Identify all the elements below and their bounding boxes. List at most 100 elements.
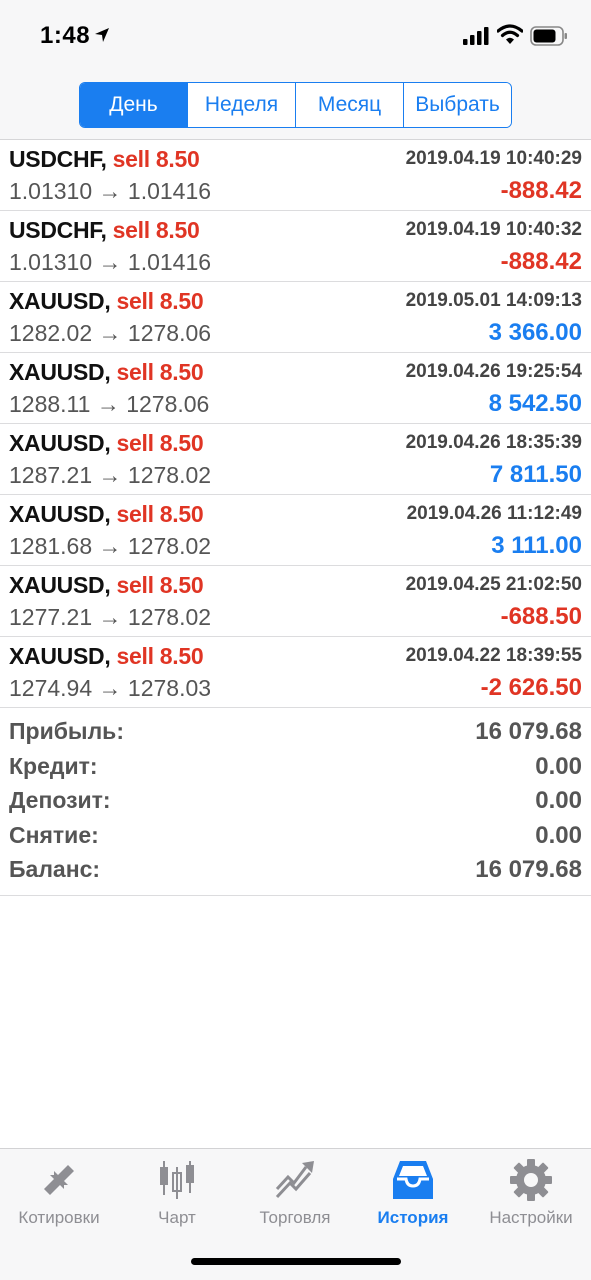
deal-title: XAUUSD, sell 8.50 <box>9 572 204 599</box>
summary-label: Депозит: <box>9 787 111 813</box>
deal-profit: -688.50 <box>500 603 582 630</box>
summary-row: Депозит: 0.00 <box>0 783 591 818</box>
deal-action: sell 8.50 <box>116 643 204 669</box>
summary-row: Снятие: 0.00 <box>0 818 591 853</box>
tab-chart-label: Чарт <box>158 1208 196 1227</box>
summary-label: Кредит: <box>9 752 98 779</box>
tab-settings-label: Настройки <box>489 1208 573 1227</box>
deal-profit: -888.42 <box>500 248 582 275</box>
cellular-signal-icon <box>463 27 489 45</box>
status-bar: 1:48 <box>0 0 591 74</box>
deal-symbol: XAUUSD, <box>9 643 111 669</box>
deal-date: 2019.04.22 18:39:55 <box>405 645 582 666</box>
summary-label: Прибыль: <box>9 718 124 744</box>
history-inbox-icon <box>393 1161 433 1199</box>
deal-symbol: XAUUSD, <box>9 359 111 385</box>
deal-row[interactable]: XAUUSD, sell 8.50 2019.04.26 11:12:49 1281… <box>0 495 591 566</box>
deal-row[interactable]: XAUUSD, sell 8.50 2019.04.22 18:39:55 1274… <box>0 637 591 708</box>
candlestick-chart-icon <box>160 1161 194 1199</box>
deal-prices: 1.01310 → 1.01416 <box>9 249 212 275</box>
wifi-icon <box>497 24 523 44</box>
deal-date: 2019.05.01 14:09:13 <box>405 290 582 311</box>
deal-title: USDCHF, sell 8.50 <box>9 146 200 173</box>
history-summary: Прибыль: 16 079.68 Кредит: 0.00 Депозит: 0.00… <box>0 710 591 896</box>
deal-title: XAUUSD, sell 8.50 <box>9 643 204 670</box>
summary-label: Снятие: <box>9 821 99 848</box>
home-indicator[interactable] <box>191 1258 401 1265</box>
tab-history[interactable]: История <box>354 1149 472 1235</box>
gear-icon <box>510 1159 552 1201</box>
deal-prices: 1277.21 → 1278.02 <box>9 604 212 630</box>
deal-action: sell 8.50 <box>116 359 204 385</box>
summary-row: Прибыль: 16 079.68 <box>0 714 591 749</box>
deal-date: 2019.04.26 11:12:49 <box>406 503 582 524</box>
period-segmented-control: День Неделя Месяц Выбрать <box>79 82 512 128</box>
tab-history-label: История <box>377 1208 449 1227</box>
summary-row: Кредит: 0.00 <box>0 749 591 784</box>
period-tab-month[interactable]: Месяц <box>295 83 403 127</box>
quotes-arrows-icon <box>44 1165 74 1195</box>
summary-value: 0.00 <box>535 821 582 849</box>
summary-value: 0.00 <box>535 752 582 780</box>
deal-row[interactable]: XAUUSD, sell 8.50 2019.04.26 19:25:54 1288… <box>0 353 591 424</box>
deal-row[interactable]: USDCHF, sell 8.50 2019.04.19 10:40:29 1.01… <box>0 140 591 211</box>
summary-label: Баланс: <box>9 856 101 882</box>
tab-trade[interactable]: Торговля <box>236 1149 354 1235</box>
deal-symbol: XAUUSD, <box>9 501 111 527</box>
deal-symbol: USDCHF, <box>9 217 107 243</box>
deal-prices: 1288.11 → 1278.06 <box>9 391 210 417</box>
deal-symbol: XAUUSD, <box>9 430 111 456</box>
location-arrow-icon <box>95 28 109 42</box>
tab-quotes-label: Котировки <box>18 1208 100 1227</box>
period-tab-week[interactable]: Неделя <box>187 83 295 127</box>
tab-quotes[interactable]: Котировки <box>0 1149 118 1235</box>
deal-title: USDCHF, sell 8.50 <box>9 217 200 244</box>
tab-settings[interactable]: Настройки <box>472 1149 590 1235</box>
summary-value: 0.00 <box>535 787 582 814</box>
deal-action: sell 8.50 <box>116 288 204 314</box>
deal-prices: 1281.68 → 1278.02 <box>9 533 212 559</box>
battery-icon <box>530 26 567 46</box>
period-tab-day[interactable]: День <box>80 83 187 127</box>
deal-title: XAUUSD, sell 8.50 <box>9 501 204 528</box>
deal-prices: 1.01310 → 1.01416 <box>9 178 212 204</box>
trade-trend-icon <box>275 1161 314 1199</box>
deal-action: sell 8.50 <box>112 146 200 172</box>
deal-row[interactable]: XAUUSD, sell 8.50 2019.05.01 14:09:13 1282… <box>0 282 591 353</box>
deal-action: sell 8.50 <box>116 430 204 456</box>
deal-profit: 8 542.50 <box>488 390 582 417</box>
deal-prices: 1282.02 → 1278.06 <box>9 320 212 346</box>
tab-chart[interactable]: Чарт <box>118 1149 236 1235</box>
deal-date: 2019.04.19 10:40:29 <box>405 148 582 169</box>
deal-action: sell 8.50 <box>112 217 200 243</box>
tab-trade-label: Торговля <box>259 1208 331 1227</box>
deals-list: USDCHF, sell 8.50 2019.04.19 10:40:29 1.01… <box>0 140 591 708</box>
deal-profit: -2 626.50 <box>480 674 582 701</box>
deal-symbol: XAUUSD, <box>9 288 111 314</box>
deal-title: XAUUSD, sell 8.50 <box>9 288 204 315</box>
period-tab-custom[interactable]: Выбрать <box>403 83 511 127</box>
deal-row[interactable]: XAUUSD, sell 8.50 2019.04.25 21:02:50 1277… <box>0 566 591 637</box>
deal-title: XAUUSD, sell 8.50 <box>9 359 204 386</box>
summary-value: 16 079.68 <box>475 856 582 883</box>
deal-row[interactable]: XAUUSD, sell 8.50 2019.04.26 18:35:39 1287… <box>0 424 591 495</box>
deal-title: XAUUSD, sell 8.50 <box>9 430 204 457</box>
deal-profit: 3 366.00 <box>488 319 582 346</box>
deal-date: 2019.04.26 19:25:54 <box>405 361 582 382</box>
deal-date: 2019.04.25 21:02:50 <box>405 574 582 595</box>
deal-prices: 1274.94 → 1278.03 <box>9 675 212 701</box>
deal-date: 2019.04.26 18:35:39 <box>405 432 582 453</box>
status-time: 1:48 <box>40 22 91 49</box>
deal-prices: 1287.21 → 1278.02 <box>9 462 212 488</box>
deal-row[interactable]: USDCHF, sell 8.50 2019.04.19 10:40:32 1.01… <box>0 211 591 282</box>
deal-profit: 7 811.50 <box>489 461 582 488</box>
deal-date: 2019.04.19 10:40:32 <box>405 219 582 240</box>
deal-symbol: XAUUSD, <box>9 572 111 598</box>
deal-action: sell 8.50 <box>116 572 204 598</box>
summary-value: 16 079.68 <box>475 718 582 745</box>
deal-symbol: USDCHF, <box>9 146 107 172</box>
deal-profit: 3 111.00 <box>491 532 582 559</box>
deal-action: sell 8.50 <box>116 501 204 527</box>
deal-profit: -888.42 <box>500 177 582 204</box>
period-selector-bar: День Неделя Месяц Выбрать <box>0 74 591 140</box>
